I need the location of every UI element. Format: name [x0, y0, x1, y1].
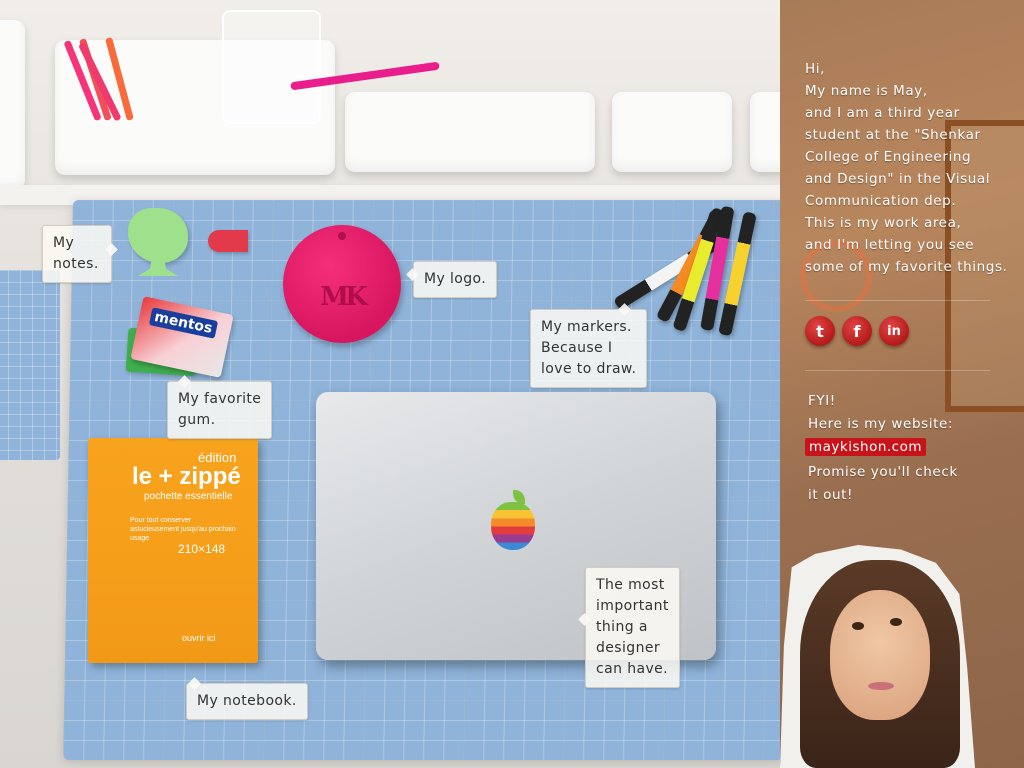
facebook-icon: f	[853, 321, 861, 341]
fyi-title: FYI!	[808, 393, 836, 409]
fyi-line: Here is my website:	[808, 416, 954, 432]
callout-gum: My favorite gum.	[167, 381, 273, 439]
pins-tray	[612, 92, 732, 172]
linkedin-icon: in	[887, 323, 901, 339]
notebook: édition le + zippé pochette essentielle …	[88, 438, 258, 663]
divider-bottom	[805, 370, 990, 371]
info-panel: Hi, My name is May, and I am a third yea…	[780, 0, 1024, 768]
profile-eye-left	[852, 622, 864, 630]
cutting-mat-edge	[0, 270, 60, 460]
divider-top	[805, 300, 990, 301]
notebook-open: ouvrir ici	[182, 633, 216, 643]
intro-text: Hi, My name is May, and I am a third yea…	[805, 61, 1008, 275]
fyi-block: FYI! Here is my website:	[808, 390, 1018, 436]
logo-monogram: MK	[320, 282, 367, 312]
callout-markers: My markers. Because I love to draw.	[530, 309, 648, 388]
desk-scene: MK mentos édition le + zippé pochette es…	[0, 0, 780, 768]
profile-eye-right	[890, 618, 902, 626]
notebook-body: Pour tout conserver astucieusement jusqu…	[130, 517, 236, 542]
clips-tray	[750, 92, 780, 172]
notebook-size: 210×148	[178, 542, 226, 556]
logo-hole	[338, 232, 346, 240]
side-tray	[0, 20, 25, 190]
clear-container	[222, 10, 321, 124]
website-link[interactable]: maykishon.com	[805, 438, 927, 456]
notebook-brand: le + zippé	[132, 463, 241, 490]
facebook-button[interactable]: f	[842, 316, 872, 346]
twitter-icon: t	[816, 321, 824, 341]
callout-notebook: My notebook.	[186, 683, 308, 720]
callout-notes: My notes.	[42, 225, 112, 283]
profile-lips	[868, 682, 894, 690]
supplies-tray	[345, 92, 595, 172]
callout-laptop: The most important thing a designer can …	[585, 567, 680, 688]
twitter-button[interactable]: t	[805, 316, 835, 346]
horseshoe-magnet	[208, 230, 248, 252]
linkedin-button[interactable]: in	[879, 316, 909, 346]
callout-logo: My logo.	[413, 261, 498, 298]
apple-logo	[491, 502, 535, 550]
promise-text: Promise you'll check it out!	[808, 464, 958, 503]
colored-pencils	[63, 35, 165, 125]
profile-face	[830, 590, 930, 720]
logo-disc: MK	[283, 225, 401, 343]
notebook-subtitle: pochette essentielle	[144, 491, 233, 502]
